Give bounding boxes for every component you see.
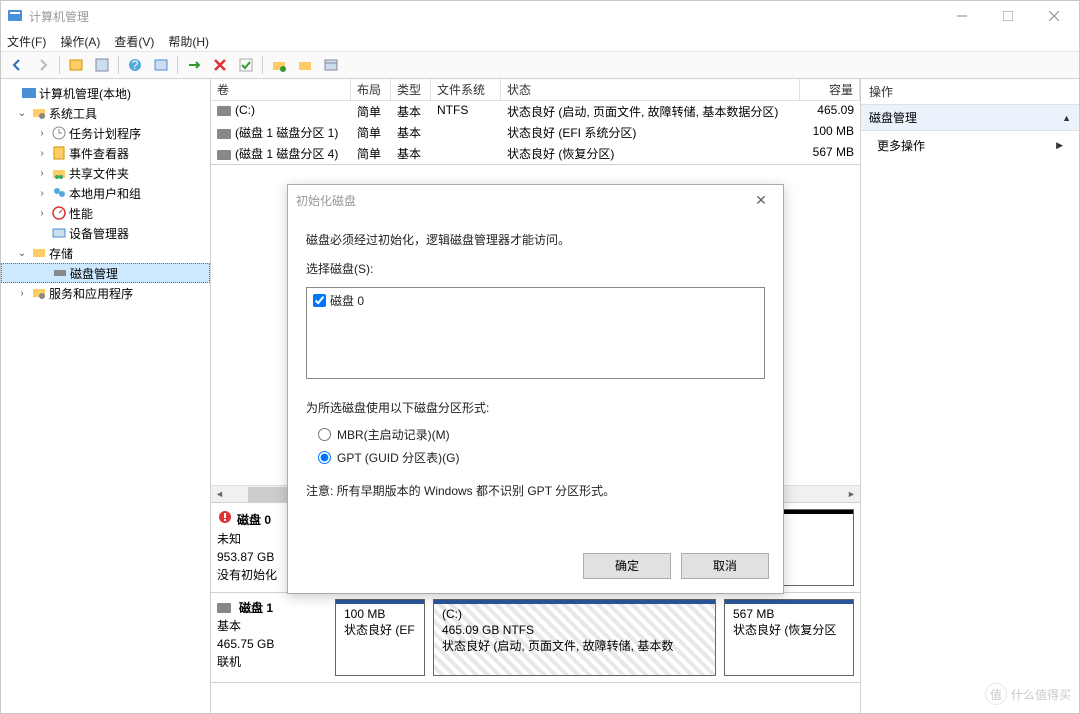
table-row[interactable]: (磁盘 1 磁盘分区 4)简单基本状态良好 (恢复分区)567 MB bbox=[211, 143, 860, 164]
cancel-button[interactable]: 取消 bbox=[681, 553, 769, 579]
tree-disk-management[interactable]: 磁盘管理 bbox=[1, 263, 210, 283]
tree-task-scheduler[interactable]: ›任务计划程序 bbox=[1, 123, 210, 143]
disk-row-1[interactable]: 磁盘 1 基本 465.75 GB 联机 100 MB 状态良好 (EF (C:… bbox=[211, 593, 860, 683]
back-button[interactable] bbox=[5, 54, 29, 76]
disk-select-list[interactable]: 磁盘 0 bbox=[306, 287, 765, 379]
tree-storage[interactable]: ⌄存储 bbox=[1, 243, 210, 263]
disk-glyph-icon bbox=[217, 509, 233, 530]
delete-icon[interactable] bbox=[208, 54, 232, 76]
scroll-left-icon[interactable]: ◄ bbox=[211, 486, 228, 503]
actions-pane: 操作 磁盘管理 ▲ 更多操作 ▶ bbox=[861, 79, 1079, 713]
shared-icon bbox=[51, 165, 67, 181]
disk-info: 磁盘 1 基本 465.75 GB 联机 bbox=[217, 599, 327, 676]
select-disk-label: 选择磁盘(S): bbox=[306, 260, 765, 277]
col-volume[interactable]: 卷 bbox=[211, 79, 351, 100]
scroll-right-icon[interactable]: ► bbox=[843, 486, 860, 503]
event-icon bbox=[51, 145, 67, 161]
perf-icon bbox=[51, 205, 67, 221]
tree-local-users[interactable]: ›本地用户和组 bbox=[1, 183, 210, 203]
dialog-body: 磁盘必须经过初始化，逻辑磁盘管理器才能访问。 选择磁盘(S): 磁盘 0 为所选… bbox=[288, 215, 783, 543]
disk-checkbox[interactable] bbox=[313, 294, 326, 307]
window-title: 计算机管理 bbox=[29, 8, 939, 25]
maximize-button[interactable] bbox=[985, 1, 1031, 31]
toolbar-separator bbox=[59, 56, 60, 74]
dialog-note: 注意: 所有早期版本的 Windows 都不识别 GPT 分区形式。 bbox=[306, 482, 765, 499]
partition[interactable]: 567 MB 状态良好 (恢复分区 bbox=[724, 599, 854, 676]
dialog-buttons: 确定 取消 bbox=[288, 543, 783, 593]
table-header: 卷 布局 类型 文件系统 状态 容量 bbox=[211, 79, 860, 101]
volume-table: 卷 布局 类型 文件系统 状态 容量 (C:)简单基本NTFS状态良好 (启动,… bbox=[211, 79, 860, 165]
svg-text:?: ? bbox=[132, 58, 139, 72]
disk-checkbox-row[interactable]: 磁盘 0 bbox=[313, 292, 758, 309]
col-status[interactable]: 状态 bbox=[501, 79, 800, 100]
menu-action[interactable]: 操作(A) bbox=[60, 33, 100, 50]
actions-header: 操作 bbox=[861, 79, 1079, 105]
mbr-radio-row[interactable]: MBR(主启动记录)(M) bbox=[318, 426, 765, 443]
device-icon bbox=[51, 225, 67, 241]
users-icon bbox=[51, 185, 67, 201]
actions-more[interactable]: 更多操作 ▶ bbox=[861, 131, 1079, 160]
dialog-close-button[interactable]: ✕ bbox=[747, 192, 775, 209]
watermark: 值 什么值得买 bbox=[985, 683, 1071, 705]
refresh-button[interactable] bbox=[149, 54, 173, 76]
clock-icon bbox=[51, 125, 67, 141]
menu-view[interactable]: 查看(V) bbox=[114, 33, 154, 50]
actions-category[interactable]: 磁盘管理 ▲ bbox=[861, 105, 1079, 131]
dialog-message: 磁盘必须经过初始化，逻辑磁盘管理器才能访问。 bbox=[306, 231, 765, 248]
tree-event-viewer[interactable]: ›事件查看器 bbox=[1, 143, 210, 163]
folder-icon[interactable] bbox=[267, 54, 291, 76]
tree-system-tools[interactable]: ⌄系统工具 bbox=[1, 103, 210, 123]
table-row[interactable]: (C:)简单基本NTFS状态良好 (启动, 页面文件, 故障转储, 基本数据分区… bbox=[211, 101, 860, 122]
ok-button[interactable]: 确定 bbox=[583, 553, 671, 579]
tree-device-manager[interactable]: 设备管理器 bbox=[1, 223, 210, 243]
toolbar-separator bbox=[177, 56, 178, 74]
menu-file[interactable]: 文件(F) bbox=[7, 33, 46, 50]
tree-shared-folders[interactable]: ›共享文件夹 bbox=[1, 163, 210, 183]
titlebar: 计算机管理 bbox=[1, 1, 1079, 31]
show-hide-button[interactable] bbox=[64, 54, 88, 76]
services-icon bbox=[31, 285, 47, 301]
action-icon[interactable] bbox=[182, 54, 206, 76]
minimize-button[interactable] bbox=[939, 1, 985, 31]
disk-icon bbox=[52, 265, 68, 281]
tree-root[interactable]: 计算机管理(本地) bbox=[1, 83, 210, 103]
partition-style-label: 为所选磁盘使用以下磁盘分区形式: bbox=[306, 399, 765, 416]
watermark-icon: 值 bbox=[985, 683, 1007, 705]
mbr-radio[interactable] bbox=[318, 428, 331, 441]
col-filesystem[interactable]: 文件系统 bbox=[431, 79, 501, 100]
storage-icon bbox=[31, 245, 47, 261]
partition[interactable]: 100 MB 状态良好 (EF bbox=[335, 599, 425, 676]
tree-services-apps[interactable]: ›服务和应用程序 bbox=[1, 283, 210, 303]
checklist-icon[interactable] bbox=[234, 54, 258, 76]
gpt-radio[interactable] bbox=[318, 451, 331, 464]
folder2-icon[interactable] bbox=[293, 54, 317, 76]
disk-glyph-icon bbox=[217, 603, 231, 613]
initialize-disk-dialog: 初始化磁盘 ✕ 磁盘必须经过初始化，逻辑磁盘管理器才能访问。 选择磁盘(S): … bbox=[287, 184, 784, 594]
tree-pane: 计算机管理(本地) ⌄系统工具 ›任务计划程序 ›事件查看器 ›共享文件夹 ›本… bbox=[1, 79, 211, 713]
col-layout[interactable]: 布局 bbox=[351, 79, 391, 100]
tree-performance[interactable]: ›性能 bbox=[1, 203, 210, 223]
toolbar-separator bbox=[118, 56, 119, 74]
menubar: 文件(F) 操作(A) 查看(V) 帮助(H) bbox=[1, 31, 1079, 51]
table-row[interactable]: (磁盘 1 磁盘分区 1)简单基本状态良好 (EFI 系统分区)100 MB bbox=[211, 122, 860, 143]
app-icon bbox=[7, 8, 23, 24]
gpt-radio-row[interactable]: GPT (GUID 分区表)(G) bbox=[318, 449, 765, 466]
menu-help[interactable]: 帮助(H) bbox=[168, 33, 209, 50]
collapse-icon: ▲ bbox=[1062, 113, 1071, 123]
help-button[interactable]: ? bbox=[123, 54, 147, 76]
partition[interactable]: (C:) 465.09 GB NTFS 状态良好 (启动, 页面文件, 故障转储… bbox=[433, 599, 716, 676]
dialog-title: 初始化磁盘 bbox=[296, 192, 356, 209]
list-icon[interactable] bbox=[319, 54, 343, 76]
forward-button[interactable] bbox=[31, 54, 55, 76]
close-button[interactable] bbox=[1031, 1, 1077, 31]
col-type[interactable]: 类型 bbox=[391, 79, 431, 100]
properties-button[interactable] bbox=[90, 54, 114, 76]
toolbar-separator bbox=[262, 56, 263, 74]
submenu-icon: ▶ bbox=[1056, 140, 1063, 151]
col-capacity[interactable]: 容量 bbox=[800, 79, 860, 100]
dialog-titlebar: 初始化磁盘 ✕ bbox=[288, 185, 783, 215]
toolbar: ? bbox=[1, 51, 1079, 79]
app-window: 计算机管理 文件(F) 操作(A) 查看(V) 帮助(H) ? 计算机管理(本地… bbox=[0, 0, 1080, 714]
